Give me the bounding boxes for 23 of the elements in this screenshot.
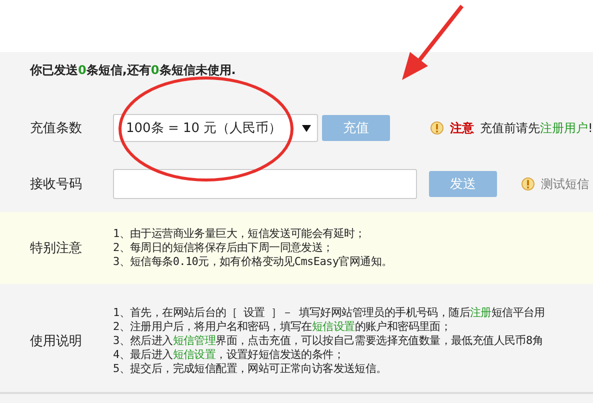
instruction-line: 4、最后进入短信设置，设置好短信发送的条件； <box>113 348 346 362</box>
notice-title: 注意 <box>450 120 474 136</box>
field-label: 充值条数 <box>30 120 83 137</box>
field-label: 接收号码 <box>30 176 83 193</box>
phone-input-field[interactable] <box>113 169 417 199</box>
instruction-line: 1、首先，在网站后台的［ 设置 ］－ 填写好网站管理员的手机号码，随后注册短信平台用 <box>113 306 545 320</box>
caret-icon <box>302 124 311 132</box>
warning-icon <box>430 121 444 135</box>
instruction-line: 3、然后进入短信管理界面，点击充值，可以按自己需要选择充值数量，最低充值人民币8角 <box>113 334 544 348</box>
notice-text: 充值前请先注册用户! <box>480 120 593 136</box>
amount-select[interactable]: 100条 = 10 元（人民币） <box>113 114 318 142</box>
field-label: 特别注意 <box>30 240 83 257</box>
notice-line: 1、由于运营商业务量巨大，短信发送可能会有延时； <box>113 227 366 241</box>
test-hint: 测试短信 <box>541 176 589 192</box>
warning-icon <box>521 177 535 191</box>
recharge-button[interactable]: 充值 <box>322 115 390 141</box>
notice-line: 3、短信每条0.10元，如有价格变动见CmsEasy官网通知。 <box>113 255 392 269</box>
field-label: 使用说明 <box>30 333 83 350</box>
instruction-line: 2、注册用户后，将用户名和密码，填写在短信设置的账户和密码里面； <box>113 320 452 334</box>
instruction-line: 5、提交后，完成短信配置，网站可正常向访客发送短信。 <box>113 362 388 376</box>
send-button[interactable]: 发送 <box>429 171 497 197</box>
sms-summary: 你已发送0条短信,还有0条短信未使用. <box>30 62 236 79</box>
notice-line: 2、每周日的短信将保存后由下周一同意发送； <box>113 241 334 255</box>
